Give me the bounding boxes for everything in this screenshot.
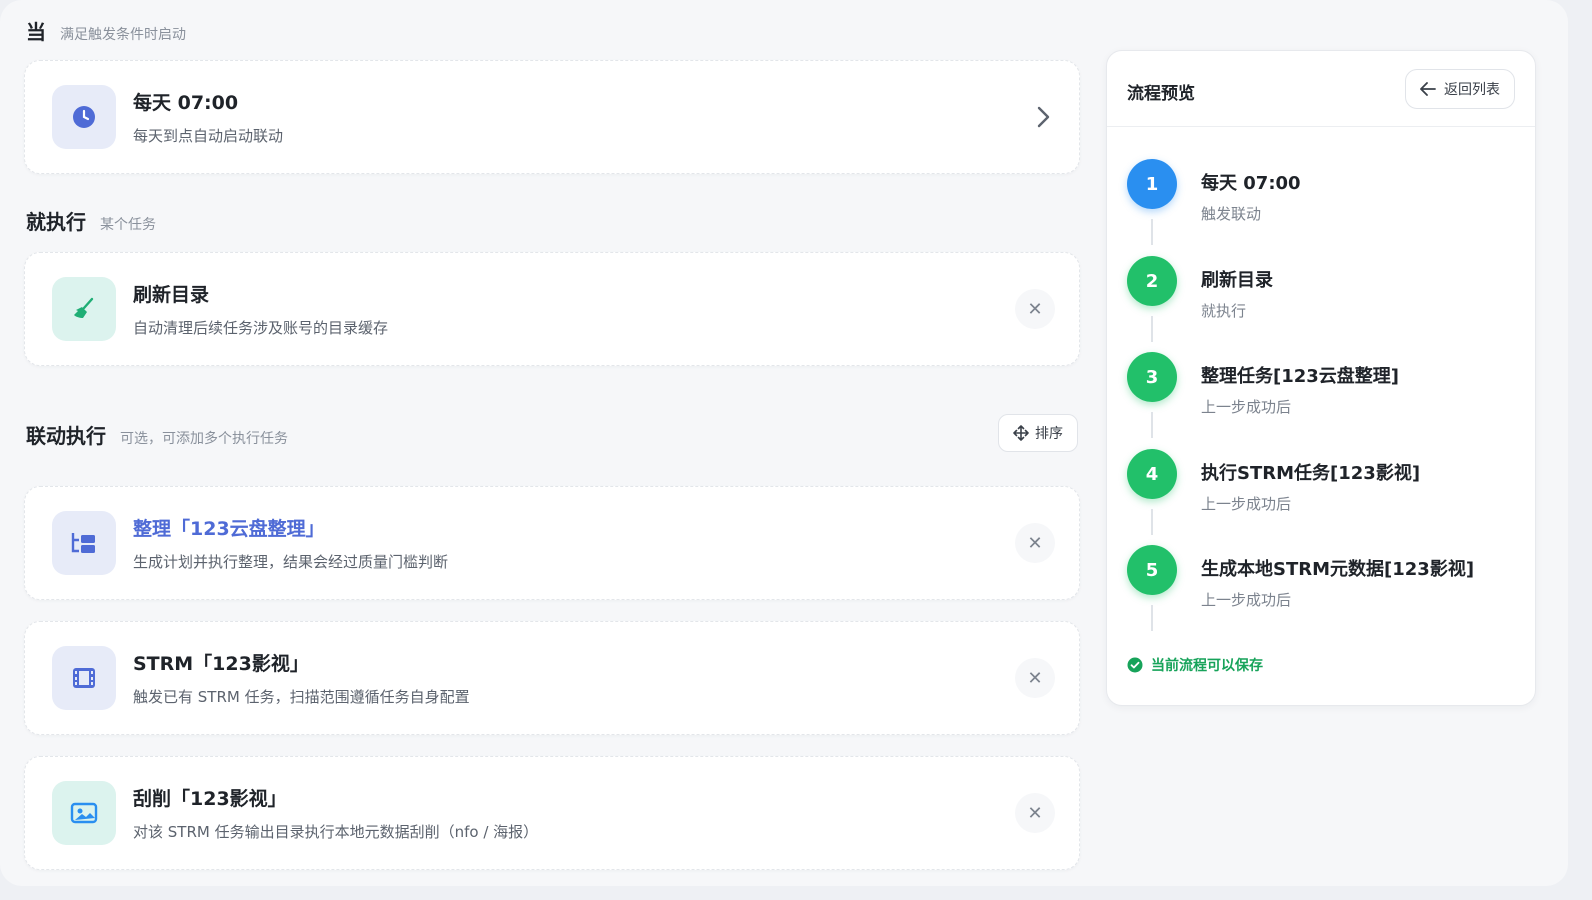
- clock-icon: [52, 85, 116, 149]
- move-icon: [1013, 425, 1029, 441]
- film-icon: [52, 646, 116, 710]
- remove-main-task-button[interactable]: ✕: [1015, 289, 1055, 329]
- flow-step: 2 刷新目录 就执行: [1127, 256, 1507, 352]
- then-title: 就执行: [26, 210, 86, 234]
- flow-step: 1 每天 07:00 触发联动: [1127, 159, 1507, 255]
- remove-linked-task-button[interactable]: ✕: [1015, 793, 1055, 833]
- step-title: 整理任务[123云盘整理]: [1201, 366, 1400, 387]
- step-subtitle: 上一步成功后: [1201, 398, 1292, 416]
- when-title: 当: [26, 20, 46, 44]
- trigger-title: 每天 07:00: [133, 92, 239, 114]
- linked-title: 联动执行: [26, 424, 106, 448]
- arrow-left-icon: [1420, 82, 1436, 96]
- back-to-list-button[interactable]: 返回列表: [1405, 69, 1515, 109]
- step-number: 5: [1127, 545, 1177, 595]
- step-number: 4: [1127, 449, 1177, 499]
- main-task-title: 刷新目录: [133, 284, 210, 306]
- linked-task-desc: 对该 STRM 任务输出目录执行本地元数据刮削（nfo / 海报）: [133, 823, 539, 841]
- flow-status: 当前流程可以保存: [1127, 655, 1263, 675]
- linked-section-header: 联动执行 可选，可添加多个执行任务: [26, 420, 288, 449]
- then-section-header: 就执行 某个任务: [26, 206, 156, 235]
- step-title: 每天 07:00: [1201, 173, 1301, 194]
- sort-button[interactable]: 排序: [998, 414, 1078, 452]
- step-subtitle: 上一步成功后: [1201, 591, 1292, 609]
- step-subtitle: 上一步成功后: [1201, 495, 1292, 513]
- linked-task-desc: 触发已有 STRM 任务，扫描范围遵循任务自身配置: [133, 688, 470, 706]
- flow-status-text: 当前流程可以保存: [1151, 658, 1263, 674]
- linked-task-title[interactable]: 整理「123云盘整理」: [133, 514, 448, 541]
- main-task-desc: 自动清理后续任务涉及账号的目录缓存: [133, 319, 389, 337]
- flow-preview-panel: 流程预览 返回列表 1 每天 07:00 触发联动 2 刷新目录 就执行 3 整…: [1106, 50, 1536, 706]
- main-task-card[interactable]: 刷新目录 自动清理后续任务涉及账号的目录缓存 ✕: [24, 252, 1080, 366]
- check-circle-icon: [1127, 657, 1143, 673]
- step-number: 2: [1127, 256, 1177, 306]
- step-subtitle: 触发联动: [1201, 205, 1262, 223]
- linked-task-title: STRM「123影视」: [133, 653, 309, 675]
- flow-step: 4 执行STRM任务[123影视] 上一步成功后: [1127, 449, 1507, 545]
- flow-step: 5 生成本地STRM元数据[123影视] 上一步成功后: [1127, 545, 1507, 641]
- then-subtitle: 某个任务: [100, 217, 156, 233]
- step-title: 刷新目录: [1201, 270, 1273, 291]
- step-subtitle: 就执行: [1201, 302, 1247, 320]
- broom-icon: [52, 277, 116, 341]
- remove-linked-task-button[interactable]: ✕: [1015, 523, 1055, 563]
- linked-task-card[interactable]: STRM「123影视」 触发已有 STRM 任务，扫描范围遵循任务自身配置 ✕: [24, 621, 1080, 735]
- when-subtitle: 满足触发条件时启动: [60, 27, 186, 43]
- preview-title: 流程预览: [1127, 84, 1195, 104]
- step-number: 1: [1127, 159, 1177, 209]
- folder-tree-icon: [52, 511, 116, 575]
- image-icon: [52, 781, 116, 845]
- trigger-desc: 每天到点自动启动联动: [133, 127, 284, 145]
- when-section-header: 当 满足触发条件时启动: [26, 16, 186, 45]
- automation-editor: 当 满足触发条件时启动 每天 07:00 每天到点自动启动联动 就执行 某个任务…: [0, 0, 1568, 886]
- linked-subtitle: 可选，可添加多个执行任务: [120, 431, 288, 447]
- sort-label: 排序: [1035, 426, 1063, 442]
- step-title: 执行STRM任务[123影视]: [1201, 463, 1421, 484]
- back-label: 返回列表: [1444, 82, 1500, 98]
- linked-task-card[interactable]: 刮削「123影视」 对该 STRM 任务输出目录执行本地元数据刮削（nfo / …: [24, 756, 1080, 870]
- remove-linked-task-button[interactable]: ✕: [1015, 658, 1055, 698]
- chevron-right-icon[interactable]: [1031, 105, 1055, 129]
- linked-task-card[interactable]: 整理「123云盘整理」 生成计划并执行整理，结果会经过质量门槛判断 ✕: [24, 486, 1080, 600]
- linked-task-desc: 生成计划并执行整理，结果会经过质量门槛判断: [133, 553, 449, 571]
- step-number: 3: [1127, 352, 1177, 402]
- step-title: 生成本地STRM元数据[123影视]: [1201, 559, 1475, 580]
- flow-step: 3 整理任务[123云盘整理] 上一步成功后: [1127, 352, 1507, 448]
- trigger-card[interactable]: 每天 07:00 每天到点自动启动联动: [24, 60, 1080, 174]
- linked-task-title: 刮削「123影视」: [133, 788, 287, 810]
